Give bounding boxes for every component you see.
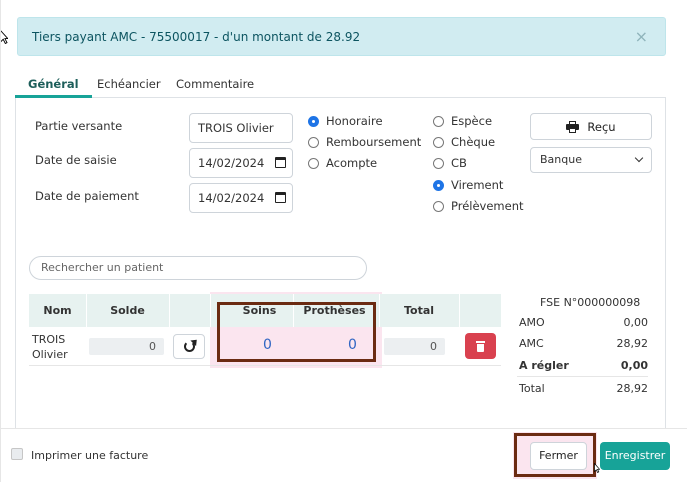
save-button[interactable]: Enregistrer bbox=[600, 442, 670, 470]
date-saisie-input[interactable]: 14/02/2024 bbox=[189, 148, 293, 178]
print-invoice-label: Imprimer une facture bbox=[31, 449, 149, 462]
trash-icon bbox=[476, 341, 485, 343]
radio-acompte[interactable]: Acompte bbox=[308, 156, 377, 170]
col-solde-header: Solde bbox=[110, 304, 145, 317]
bank-select[interactable]: Banque bbox=[530, 147, 652, 173]
tab-general[interactable]: Général bbox=[15, 71, 92, 98]
radio-virement[interactable]: Virement bbox=[433, 178, 503, 192]
total-field: 0 bbox=[384, 338, 445, 355]
radio-dot[interactable] bbox=[308, 115, 319, 127]
radio-honoraire[interactable]: Honoraire bbox=[308, 114, 383, 128]
delete-button[interactable] bbox=[465, 333, 496, 359]
footer-divider bbox=[0, 428, 687, 429]
highlight-box-fermer bbox=[514, 433, 596, 477]
radio-label: CB bbox=[451, 156, 467, 170]
nom-line1: TROIS bbox=[32, 333, 66, 346]
partie-versante-label: Partie versante bbox=[35, 119, 123, 133]
bank-select-value: Banque bbox=[540, 153, 582, 166]
fse-row-total: Total 28,92 bbox=[517, 376, 648, 396]
nom-line2: Olivier bbox=[32, 348, 68, 361]
info-alert: Tiers payant AMC - 75500017 - d'un monta… bbox=[17, 17, 666, 56]
tab-bar: Général Echéancier Commentaire bbox=[15, 71, 666, 98]
printer-icon bbox=[566, 121, 580, 133]
radio-dot[interactable] bbox=[433, 157, 444, 169]
fse-title: FSE N°000000098 bbox=[540, 296, 641, 309]
radio-label: Remboursement bbox=[326, 135, 422, 149]
fse-row-amc: AMC 28,92 bbox=[519, 337, 648, 350]
date-paiement-value: 14/02/2024 bbox=[198, 191, 265, 205]
date-paiement-input[interactable]: 14/02/2024 bbox=[189, 183, 293, 213]
patient-search-input[interactable]: Rechercher un patient bbox=[29, 256, 367, 280]
modal-left-edge bbox=[0, 0, 1, 482]
radio-label: Acompte bbox=[326, 156, 378, 170]
recu-button[interactable]: Reçu bbox=[530, 113, 652, 140]
chevron-down-icon bbox=[634, 153, 644, 163]
radio-dot[interactable] bbox=[433, 200, 444, 212]
radio-dot[interactable] bbox=[433, 115, 444, 127]
radio-dot[interactable] bbox=[308, 136, 319, 148]
radio-dot[interactable] bbox=[308, 157, 319, 169]
refresh-button[interactable] bbox=[173, 334, 205, 359]
partie-versante-input[interactable]: TROIS Olivier bbox=[189, 113, 293, 143]
radio-prelevement[interactable]: Prélèvement bbox=[433, 199, 524, 213]
radio-cb[interactable]: CB bbox=[433, 156, 467, 170]
mouse-cursor-icon bbox=[594, 463, 600, 473]
radio-label: Honoraire bbox=[326, 114, 383, 128]
radio-label: Chèque bbox=[451, 135, 496, 149]
recu-button-label: Reçu bbox=[587, 119, 616, 134]
radio-label: Prélèvement bbox=[451, 199, 524, 213]
calendar-icon[interactable] bbox=[275, 192, 286, 203]
col-nom-header: Nom bbox=[43, 304, 72, 317]
radio-label: Espèce bbox=[451, 114, 493, 128]
tab-commentaire[interactable]: Commentaire bbox=[163, 71, 267, 98]
radio-label: Virement bbox=[451, 178, 504, 192]
radio-remboursement[interactable]: Remboursement bbox=[308, 135, 421, 149]
radio-espece[interactable]: Espèce bbox=[433, 114, 492, 128]
close-icon[interactable]: × bbox=[635, 27, 648, 46]
highlight-box-soins-protheses bbox=[217, 302, 376, 362]
radio-dot[interactable] bbox=[433, 179, 444, 191]
radio-dot[interactable] bbox=[433, 136, 444, 148]
alert-text: Tiers payant AMC - 75500017 - d'un monta… bbox=[32, 30, 361, 44]
calendar-icon[interactable] bbox=[275, 157, 286, 168]
solde-field: 0 bbox=[89, 338, 164, 355]
date-saisie-value: 14/02/2024 bbox=[198, 156, 265, 170]
fse-row-amo: AMO 0,00 bbox=[519, 316, 648, 329]
date-paiement-label: Date de paiement bbox=[35, 189, 139, 203]
date-saisie-label: Date de saisie bbox=[35, 153, 117, 167]
tab-echeancier[interactable]: Echéancier bbox=[84, 71, 174, 98]
radio-cheque[interactable]: Chèque bbox=[433, 135, 495, 149]
print-invoice-checkbox[interactable] bbox=[11, 448, 23, 460]
mouse-cursor-icon bbox=[0, 30, 8, 44]
col-total-header: Total bbox=[403, 304, 435, 317]
fse-row-a-regler: A régler 0,00 bbox=[519, 359, 648, 372]
